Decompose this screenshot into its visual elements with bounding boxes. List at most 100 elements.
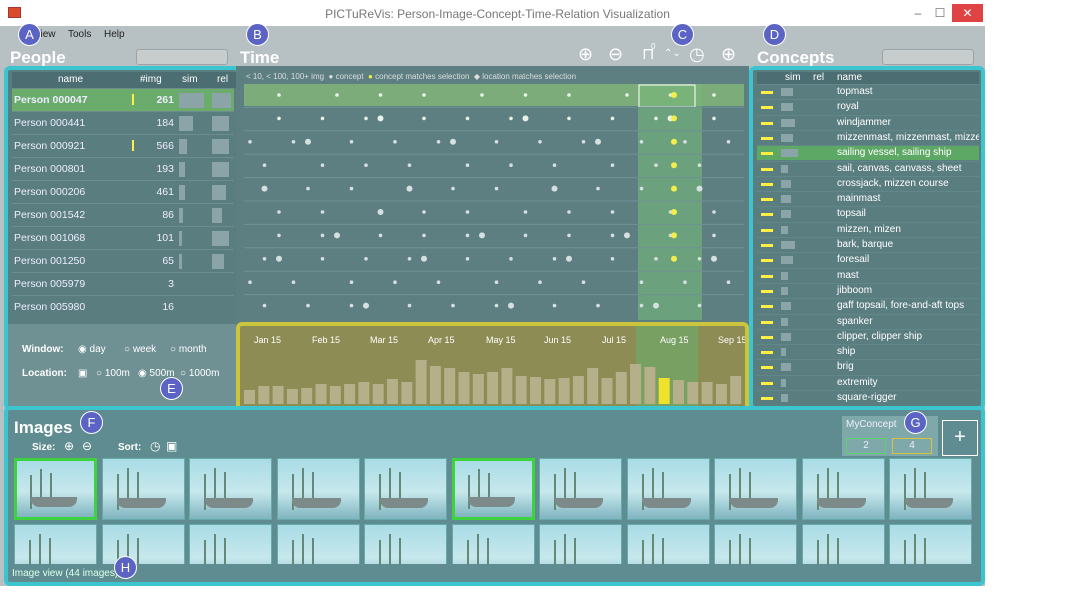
zoom-out-icon[interactable]: ⊖ xyxy=(608,44,623,65)
concept-row[interactable]: square-rigger xyxy=(757,390,979,405)
size-zoom-out-icon[interactable]: ⊖ xyxy=(82,439,92,453)
image-thumbnail[interactable] xyxy=(889,524,972,564)
ccol-rel[interactable]: rel xyxy=(813,72,824,83)
concept-marker xyxy=(761,228,773,232)
location-checkbox[interactable]: ▣ xyxy=(78,368,87,379)
image-thumbnail[interactable] xyxy=(189,458,272,520)
window-day[interactable]: ◉ day xyxy=(78,344,106,355)
size-zoom-in-icon[interactable]: ⊕ xyxy=(64,439,74,453)
concept-name: extremity xyxy=(837,376,878,388)
concept-row[interactable]: ship xyxy=(757,344,979,359)
window-week[interactable]: ○ week xyxy=(124,344,156,355)
concept-row[interactable]: sailing vessel, sailing ship xyxy=(757,145,979,161)
concept-row[interactable]: mainmast xyxy=(757,191,979,206)
concept-row[interactable]: brig xyxy=(757,359,979,374)
concept-row[interactable]: spanker xyxy=(757,313,979,329)
concept-row[interactable]: crossjack, mizzen course xyxy=(757,175,979,191)
image-thumbnail[interactable] xyxy=(101,524,185,564)
image-thumbnail[interactable] xyxy=(626,458,710,520)
image-thumbnail[interactable] xyxy=(14,458,97,520)
col-name[interactable]: name xyxy=(58,74,83,85)
menu-tools[interactable]: Tools xyxy=(68,29,91,40)
concept-row[interactable]: mast xyxy=(757,267,979,283)
image-thumbnail[interactable] xyxy=(801,458,885,520)
concept-row[interactable]: clipper, clipper ship xyxy=(757,328,979,344)
image-thumbnail[interactable] xyxy=(889,458,972,520)
people-row[interactable]: Person 005980 16 xyxy=(12,295,234,318)
zoom-in-icon[interactable]: ⊕ xyxy=(578,44,593,65)
menu-help[interactable]: Help xyxy=(104,29,125,40)
image-thumbnail[interactable] xyxy=(714,458,797,520)
globe-icon[interactable]: ⊕ xyxy=(721,44,736,65)
people-column-headers: name #img sim rel xyxy=(12,72,236,88)
window-day-label: day xyxy=(89,344,106,355)
concept-marker xyxy=(761,244,773,247)
location-1000m[interactable]: ○ 1000m xyxy=(180,368,219,379)
clock-icon[interactable]: ◷ xyxy=(689,44,705,65)
image-thumbnail[interactable] xyxy=(451,458,535,520)
ccol-name[interactable]: name xyxy=(837,72,862,83)
timeline-match-dot xyxy=(671,185,677,192)
image-thumbnail[interactable] xyxy=(626,524,710,564)
people-row[interactable]: Person 005979 3 xyxy=(12,272,234,295)
people-list: Person 000047 261 Person 000441 184 Person 0… xyxy=(12,88,236,322)
image-thumbnail[interactable] xyxy=(801,524,885,564)
people-row[interactable]: Person 000047 261 xyxy=(12,88,234,111)
histogram-bar xyxy=(401,382,413,404)
image-thumbnail[interactable] xyxy=(14,524,97,564)
concept-row[interactable]: windjammer xyxy=(757,114,979,130)
col-rel[interactable]: rel xyxy=(217,74,228,85)
minimize-button[interactable]: – xyxy=(908,4,928,22)
window-month[interactable]: ○ month xyxy=(170,344,207,355)
sort-image-icon[interactable]: ▣ xyxy=(166,439,177,453)
ccol-sim[interactable]: sim xyxy=(785,72,801,83)
concept-row[interactable]: topsail xyxy=(757,206,979,221)
image-thumbnail[interactable] xyxy=(276,458,360,520)
marker-f: F xyxy=(80,411,103,434)
close-button[interactable]: ✕ xyxy=(952,4,983,22)
myconcept-value-a[interactable]: 2 xyxy=(846,438,886,454)
concept-row[interactable]: mizzen, mizen xyxy=(757,221,979,237)
people-row[interactable]: Person 001542 86 xyxy=(12,203,234,226)
image-thumbnail[interactable] xyxy=(539,524,622,564)
people-row[interactable]: Person 000441 184 xyxy=(12,111,234,134)
concept-row[interactable]: mizzenmast, mizzenmast, mizze xyxy=(757,129,979,145)
concept-row[interactable]: bark, barque xyxy=(757,237,979,252)
concept-sim-bar xyxy=(781,210,791,219)
image-thumbnail[interactable] xyxy=(276,524,360,564)
timeline-dot xyxy=(422,233,426,238)
maximize-button[interactable]: ☐ xyxy=(930,4,950,22)
sort-time-icon[interactable]: ◷ xyxy=(150,439,160,453)
concept-row[interactable]: foresail xyxy=(757,252,979,267)
people-search[interactable] xyxy=(136,49,228,65)
people-row[interactable]: Person 000801 193 xyxy=(12,157,234,180)
concept-row[interactable]: gaff topsail, fore-and-aft tops xyxy=(757,298,979,313)
image-thumbnail[interactable] xyxy=(101,458,185,520)
people-row[interactable]: Person 001068 101 xyxy=(12,226,234,249)
concept-sim-bar xyxy=(781,394,788,402)
concepts-search[interactable] xyxy=(882,49,974,65)
image-thumbnail[interactable] xyxy=(539,458,622,520)
time-histogram[interactable]: Jan 15 Feb 15 Mar 15 Apr 15 May 15 Jun 15 Jul … xyxy=(236,322,749,410)
col-sim[interactable]: sim xyxy=(182,74,198,85)
add-concept-button[interactable]: + xyxy=(942,420,978,456)
image-thumbnail[interactable] xyxy=(364,458,447,520)
people-row[interactable]: Person 000921 566 xyxy=(12,134,234,157)
timeline-chart[interactable] xyxy=(244,84,744,320)
people-row[interactable]: Person 001250 65 xyxy=(12,249,234,272)
concept-row[interactable]: royal xyxy=(757,99,979,114)
concept-row[interactable]: topmast xyxy=(757,84,979,99)
image-thumbnail[interactable] xyxy=(714,524,797,564)
col-img[interactable]: #img xyxy=(140,74,162,85)
people-row[interactable]: Person 000206 461 xyxy=(12,180,234,203)
image-thumbnail[interactable] xyxy=(189,524,272,564)
concept-name: ship xyxy=(837,346,856,358)
concept-row[interactable]: sail, canvas, canvass, sheet xyxy=(757,160,979,176)
myconcept-value-b[interactable]: 4 xyxy=(892,438,932,454)
concept-row[interactable]: extremity xyxy=(757,374,979,390)
location-100m[interactable]: ○ 100m xyxy=(96,368,130,379)
image-thumbnail[interactable] xyxy=(364,524,447,564)
image-thumbnail[interactable] xyxy=(451,524,535,564)
chevron-updown-icon[interactable]: ⌃⌄ xyxy=(664,48,681,59)
concept-row[interactable]: jibboom xyxy=(757,282,979,298)
